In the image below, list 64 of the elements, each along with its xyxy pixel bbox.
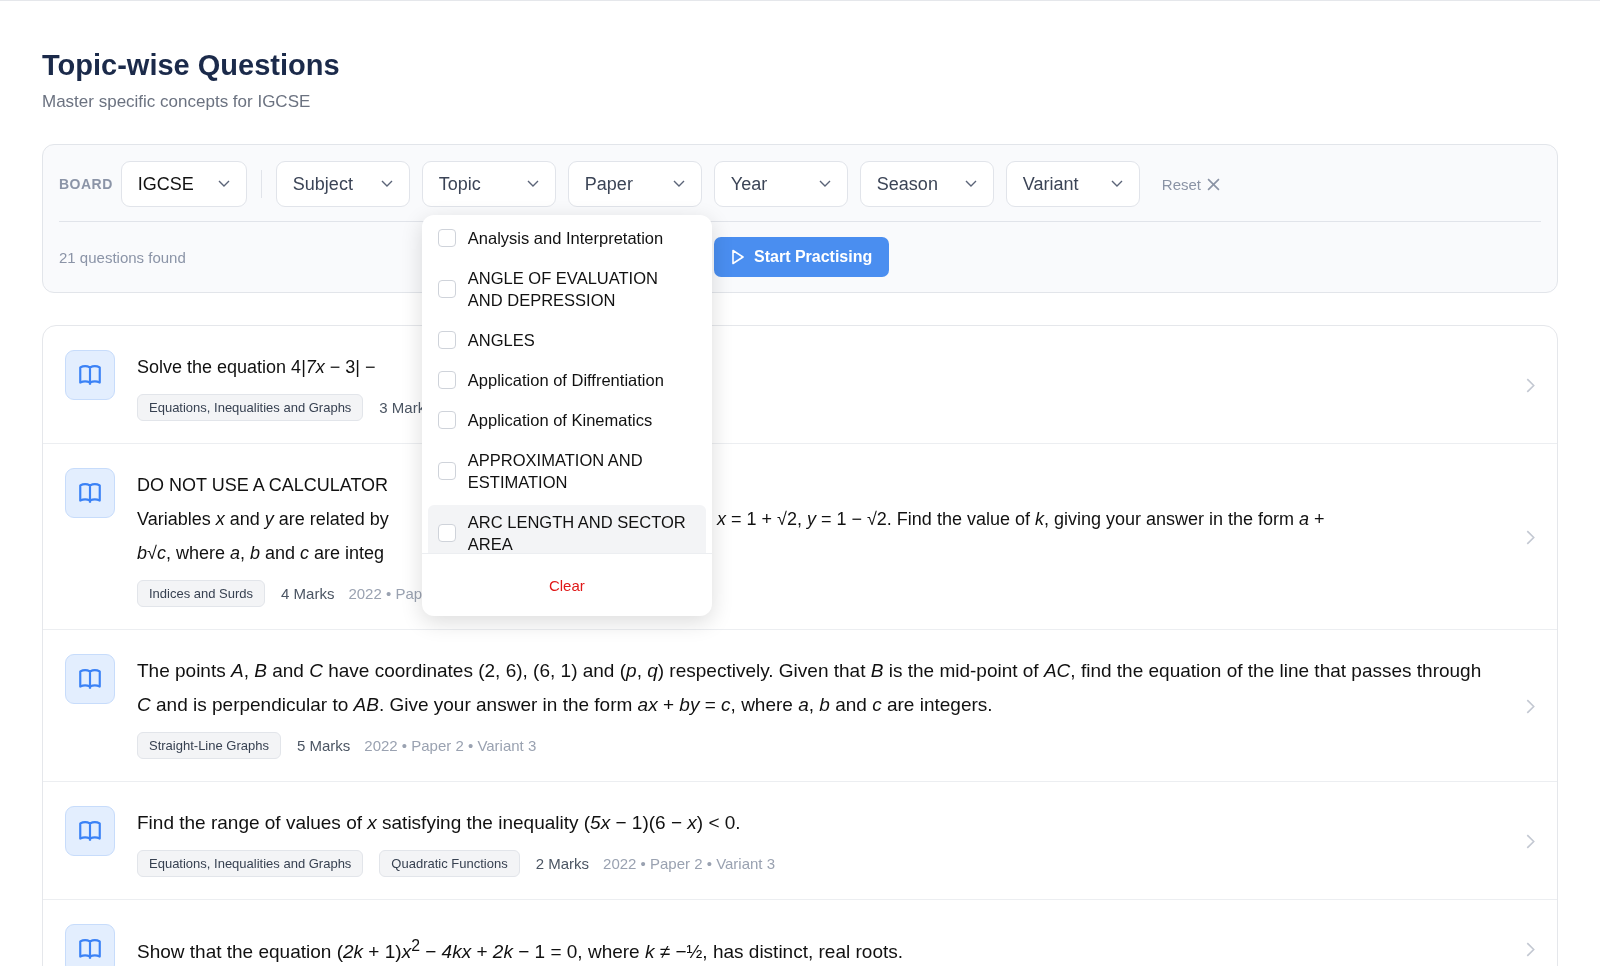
board-select[interactable]: IGCSE <box>120 161 247 207</box>
topic-tag: Equations, Inequalities and Graphs <box>137 850 364 877</box>
marks-label: 4 Marks <box>281 585 335 602</box>
paper-info: 2022 • Pap <box>348 585 423 602</box>
question-text: x = 1 + √2, y = 1 − √2. Find the value of k, giving your answer in the form a + <box>717 508 1325 531</box>
filter-select[interactable]: Paper <box>567 161 702 207</box>
page-subtitle: Master specific concepts for IGCSE <box>42 92 312 112</box>
play-icon <box>731 249 745 265</box>
paper-info: 2022 • Paper 2 • Variant 3 <box>603 855 776 872</box>
chevron-down-icon <box>818 180 831 188</box>
topic-tag: Straight-Line Graphs <box>137 732 281 759</box>
book-icon <box>65 468 115 518</box>
marks-label: 5 Marks <box>296 737 351 754</box>
chevron-down-icon <box>526 180 539 188</box>
checkbox[interactable] <box>437 411 456 429</box>
question-text: The points A, B and C have coordinates (2, 6), (6, 1) and (p, q) respectively. Given that B is the mid-point of AC, find the equation of the line that passes through C and is perpendicular to AB. Give your answer in the form ax + by = c, where a, b and c are integers. <box>137 659 1483 717</box>
filter-select[interactable]: Year <box>713 161 848 207</box>
checkbox[interactable] <box>437 524 456 542</box>
topic-option[interactable]: ANGLE OF EVALUATION AND DEPRESSION <box>427 261 706 317</box>
clear-button[interactable]: Clear <box>542 575 591 595</box>
checkbox[interactable] <box>437 371 456 389</box>
book-icon <box>65 350 115 400</box>
question-text: b√c, where a, b and c are integ <box>137 542 385 565</box>
filter-select[interactable]: Topic <box>421 161 556 207</box>
chevron-down-icon <box>1110 180 1123 188</box>
checkbox[interactable] <box>437 280 456 298</box>
topic-tag: Equations, Inequalities and Graphs <box>137 394 364 421</box>
chevron-down-icon <box>380 180 393 188</box>
filter-select[interactable]: Subject <box>275 161 410 207</box>
question-text: DO NOT USE A CALCULATOR <box>137 474 389 497</box>
topic-option[interactable]: Analysis and Interpretation <box>427 221 706 255</box>
book-icon <box>65 654 115 704</box>
chevron-down-icon <box>672 180 685 188</box>
checkbox[interactable] <box>437 229 456 247</box>
close-icon <box>1207 177 1221 191</box>
results-count: 21 questions found <box>59 248 187 266</box>
chevron-right-icon <box>1526 941 1535 957</box>
topic-tag: Quadratic Functions <box>379 850 520 877</box>
topic-option[interactable]: Application of Kinematics <box>427 403 706 437</box>
checkbox[interactable] <box>437 331 456 349</box>
topic-tag: Indices and Surds <box>137 580 266 607</box>
topic-option[interactable]: ARC LENGTH AND SECTOR AREA <box>427 505 706 553</box>
paper-info: 2022 • Paper 2 • Variant 3 <box>364 737 537 754</box>
topic-option[interactable]: APPROXIMATION AND ESTIMATION <box>427 443 706 499</box>
marks-label: 2 Marks <box>535 855 590 872</box>
chevron-right-icon <box>1526 699 1535 714</box>
question-text: Variables x and y are related by <box>137 508 389 531</box>
chevron-right-icon <box>1526 530 1535 545</box>
filter-select[interactable]: Season <box>859 161 994 207</box>
book-icon <box>65 924 115 966</box>
board-label: BOARD <box>59 176 113 192</box>
chevron-down-icon <box>217 180 230 188</box>
book-icon <box>65 806 115 856</box>
question-text: Solve the equation 4|7x − 3| − <box>137 356 376 379</box>
question-text: Show that the equation (2k + 1)x$^{2}$ − 4kx + 2k − 1 = 0, where k ≠ −½, has distinct, real roots. <box>137 935 904 965</box>
chevron-down-icon <box>964 180 977 188</box>
chevron-right-icon <box>1526 834 1535 849</box>
page-title: Topic-wise Questions <box>42 49 341 82</box>
checkbox[interactable] <box>437 462 456 480</box>
topic-option[interactable]: ANGLES <box>427 323 706 357</box>
topic-option[interactable]: Application of Diffrentiation <box>427 363 706 397</box>
filter-select[interactable]: Variant <box>1005 161 1140 207</box>
chevron-right-icon <box>1526 378 1535 393</box>
question-text: Find the range of values of x satisfying the inequality (5x − 1)(6 − x) < 0. <box>137 811 742 835</box>
